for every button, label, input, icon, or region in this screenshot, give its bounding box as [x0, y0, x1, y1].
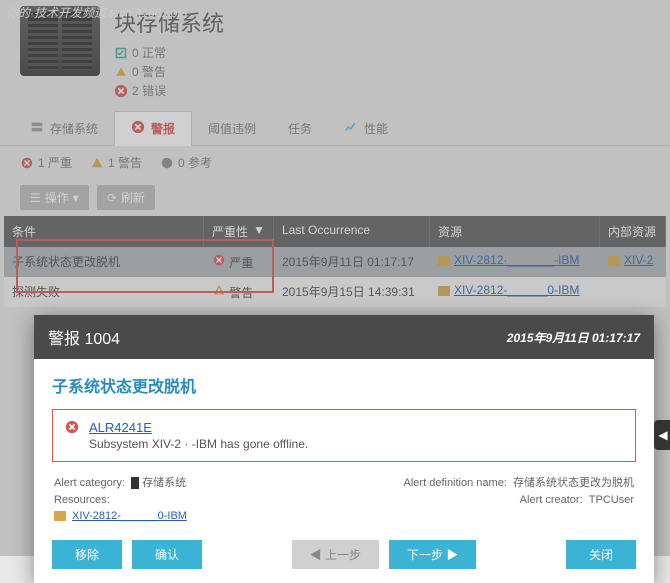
modal-metadata: Alert category: 存储系统 Resources: XIV-2812…	[52, 474, 636, 522]
modal-subject: 子系统状态更改脱机	[52, 373, 636, 397]
storage-icon	[131, 477, 139, 489]
close-button[interactable]: 关闭	[566, 540, 636, 569]
alert-modal: 警报 1004 2015年9月11日 01:17:17 子系统状态更改脱机 AL…	[34, 315, 654, 583]
modal-date: 2015年9月11日 01:17:17	[507, 329, 640, 346]
side-panel-handle[interactable]: ◀	[654, 420, 670, 450]
resource-link[interactable]: XIV-2812-______0-IBM	[72, 510, 187, 522]
modal-footer: 移除 确认 ◀ 上一步 下一步 ▶ 关闭	[34, 532, 654, 583]
alert-code-link[interactable]: ALR4241E	[89, 420, 152, 435]
next-button[interactable]: 下一步 ▶	[389, 540, 476, 569]
alert-detail-box: ALR4241E Subsystem XIV-2 · -IBM has gone…	[52, 409, 636, 462]
prev-button[interactable]: ◀ 上一步	[292, 540, 379, 569]
remove-button[interactable]: 移除	[52, 540, 122, 569]
disk-icon	[54, 511, 66, 521]
error-icon	[65, 420, 79, 434]
modal-title: 警报 1004	[48, 325, 120, 349]
acknowledge-button[interactable]: 确认	[132, 540, 202, 569]
alert-message: Subsystem XIV-2 · -IBM has gone offline.	[89, 437, 623, 451]
modal-header: 警报 1004 2015年9月11日 01:17:17	[34, 315, 654, 359]
